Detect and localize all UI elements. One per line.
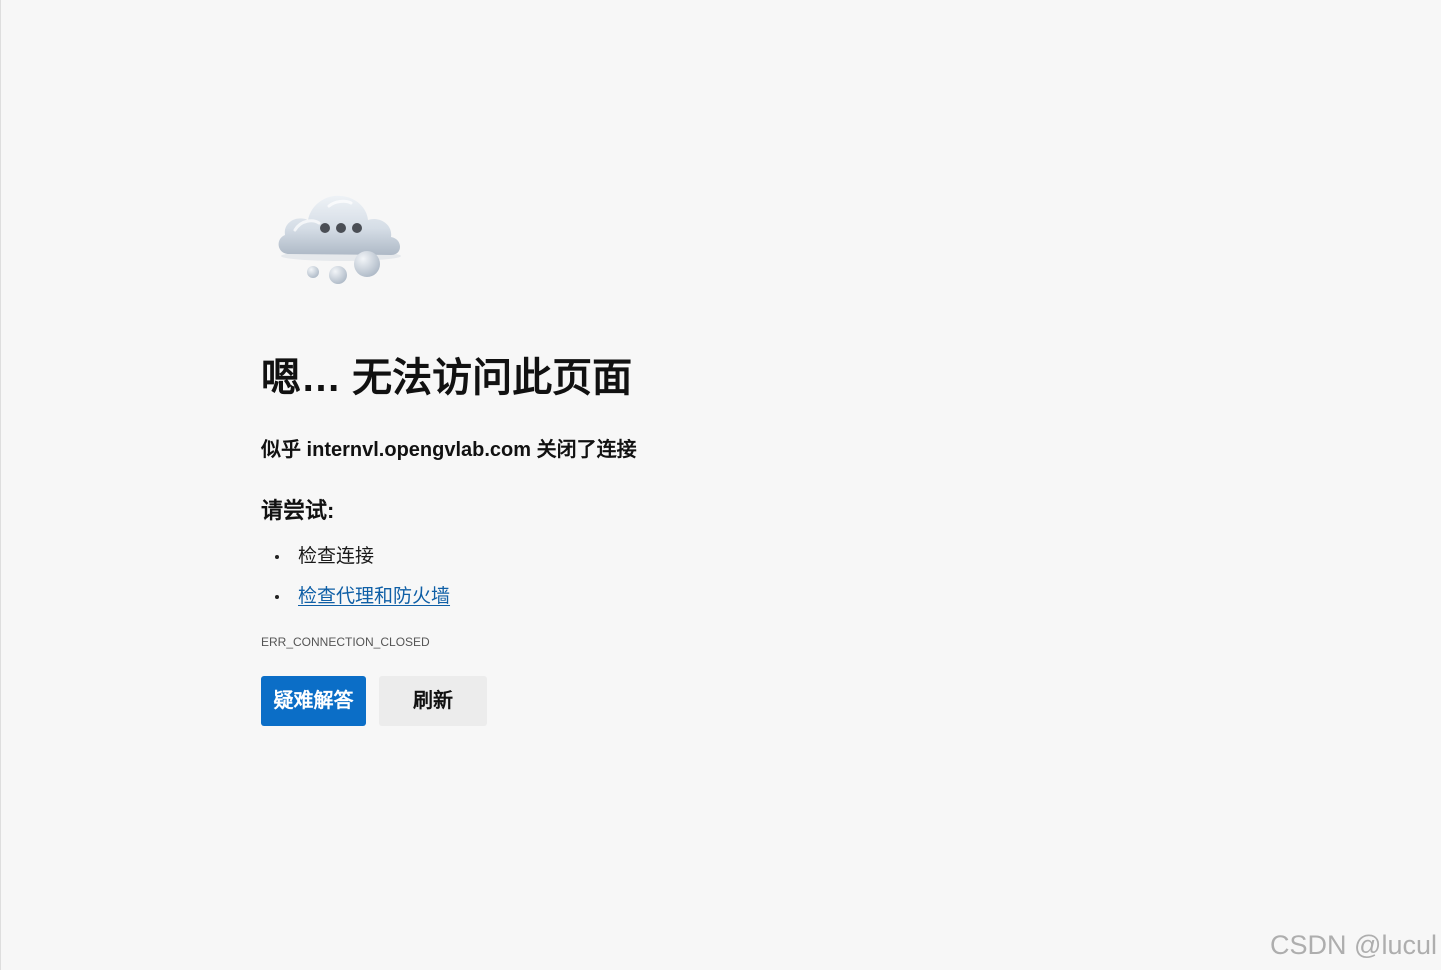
suggestion-list: 检查连接 检查代理和防火墙 [261, 540, 450, 620]
bullet-dot [275, 555, 279, 559]
window-left-edge [0, 0, 1, 970]
watermark: CSDN @lucul [1270, 930, 1437, 960]
error-code: ERR_CONNECTION_CLOSED [261, 635, 430, 649]
list-item: 检查连接 [261, 540, 450, 580]
page-subtitle: 似乎 internvl.opengvlab.com 关闭了连接 [261, 439, 637, 461]
page-title: 嗯… 无法访问此页面 [261, 356, 633, 400]
suggestions-heading: 请尝试: [261, 498, 335, 523]
list-item: 检查代理和防火墙 [261, 580, 450, 620]
check-proxy-firewall-link[interactable]: 检查代理和防火墙 [298, 586, 450, 607]
cloud-thinking-icon [278, 195, 401, 284]
refresh-button[interactable]: 刷新 [379, 676, 487, 726]
suggestion-check-connection: 检查连接 [298, 546, 375, 567]
action-buttons: 疑难解答 刷新 [261, 676, 487, 726]
troubleshoot-button[interactable]: 疑难解答 [261, 676, 366, 726]
bullet-dot [275, 595, 279, 599]
